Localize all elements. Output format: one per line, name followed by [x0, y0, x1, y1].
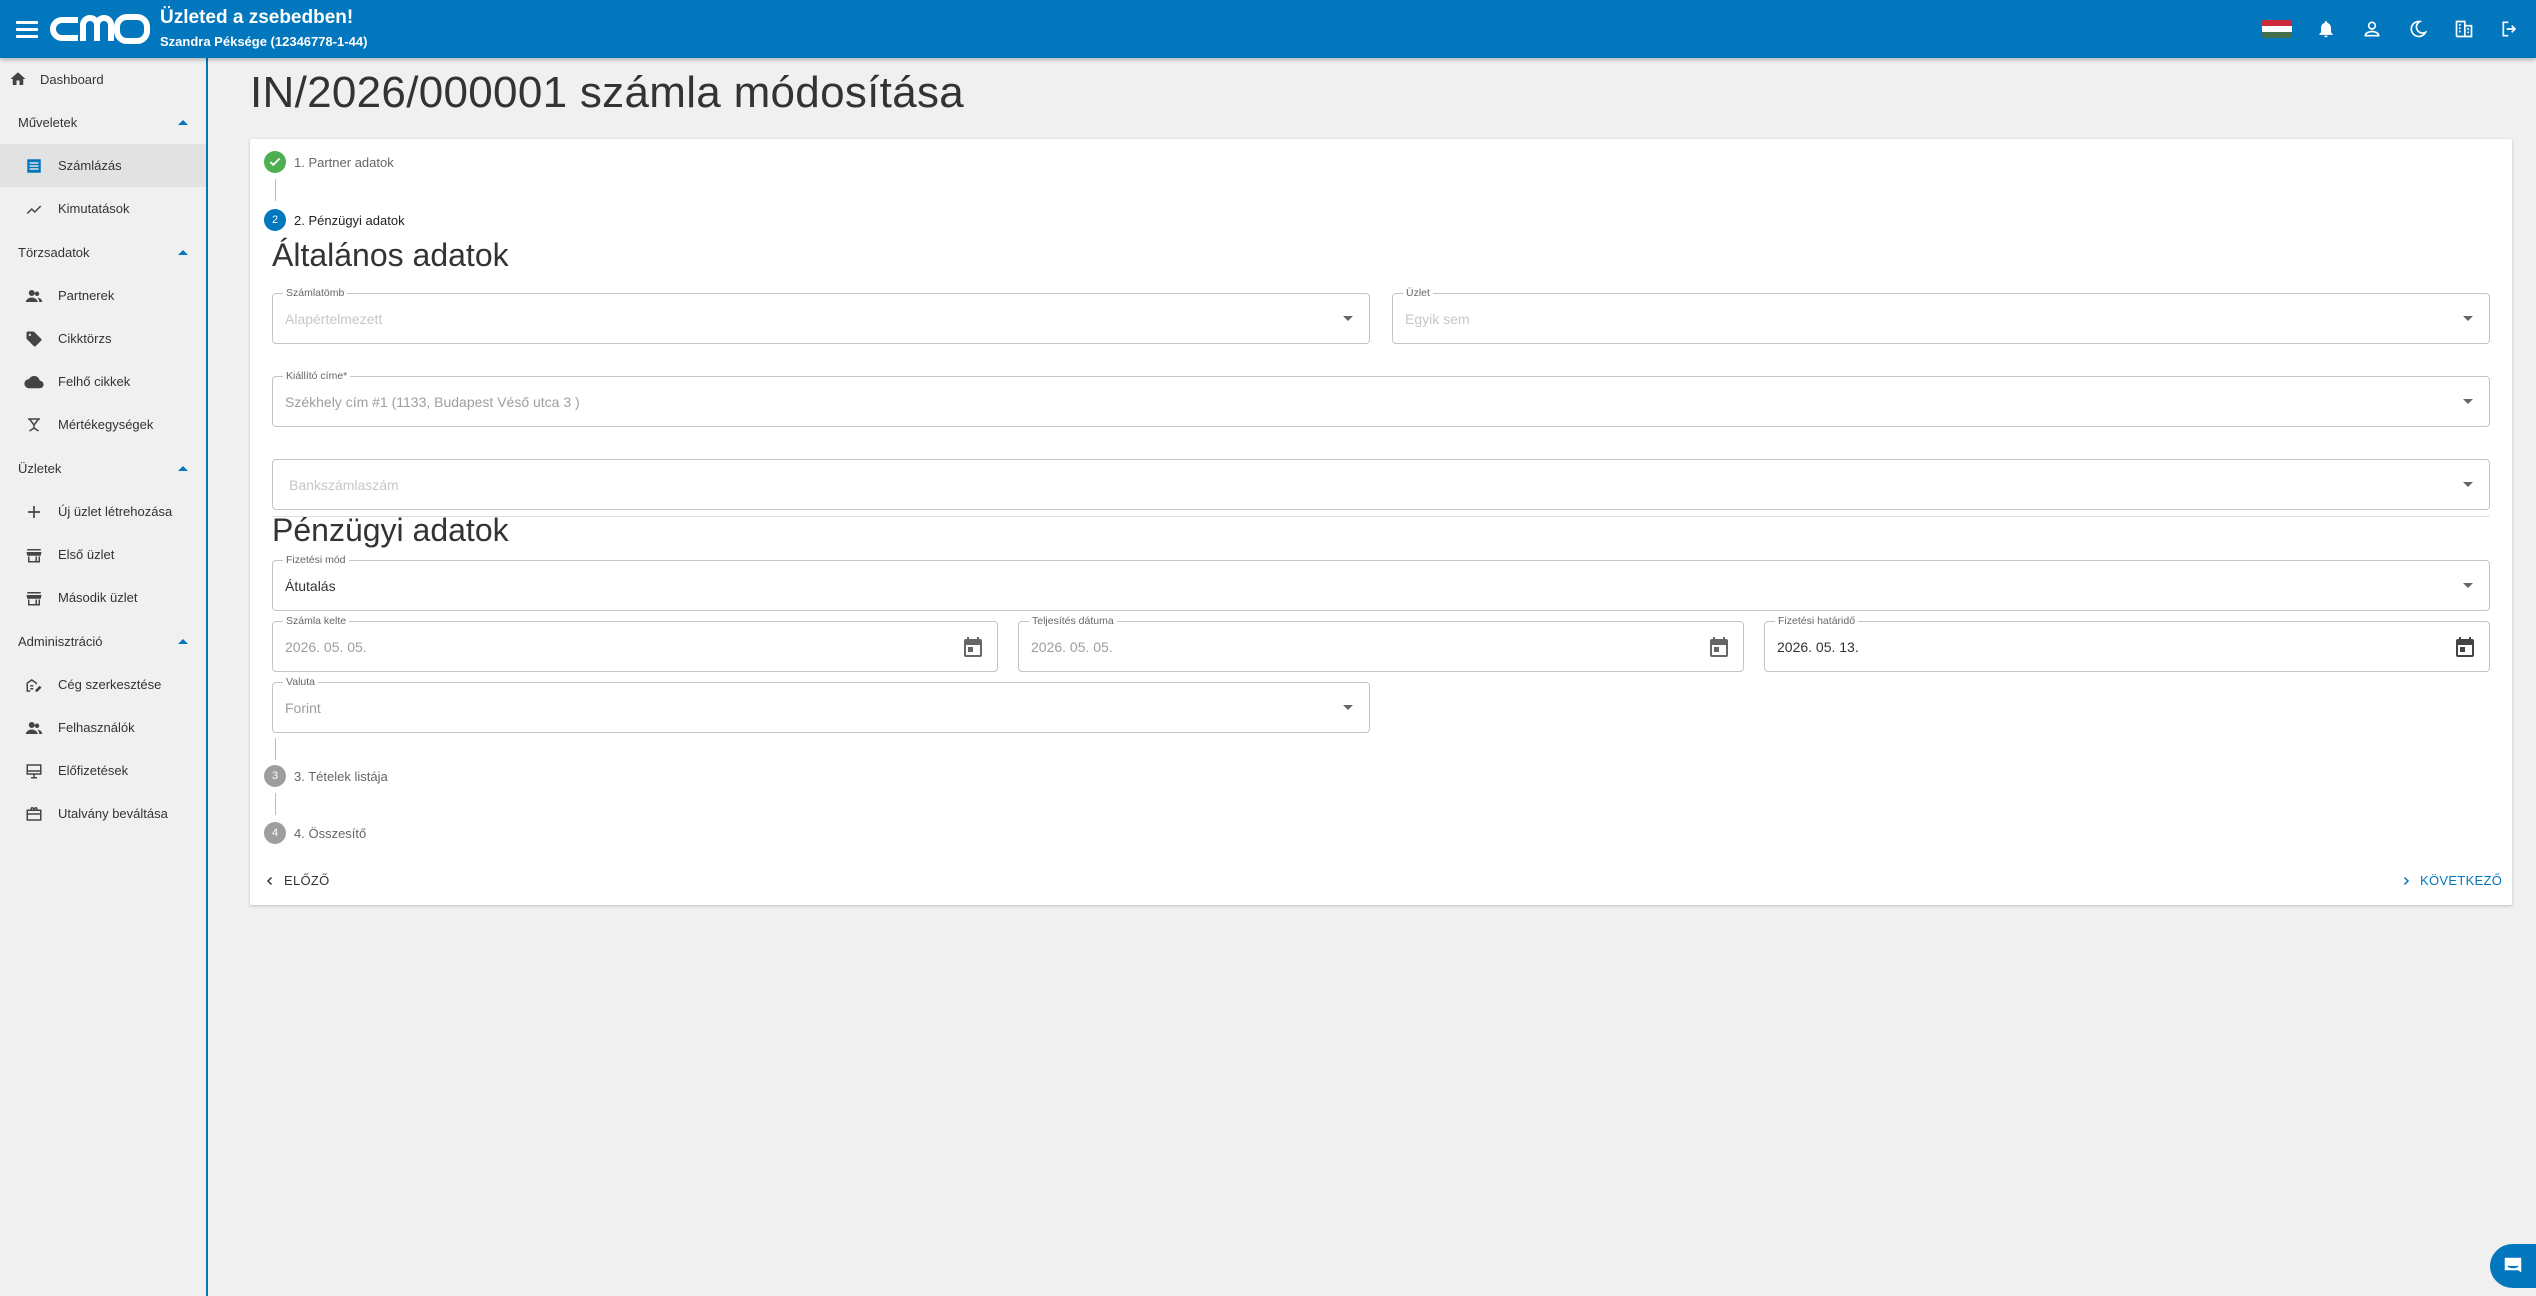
step-penzugyi-adatok[interactable]: 2 2. Pénzügyi adatok — [264, 209, 405, 231]
sidebar-item-elofizetesek[interactable]: Előfizetések — [0, 749, 206, 792]
step-connector — [275, 738, 276, 760]
section-general-title: Általános adatok — [272, 237, 509, 273]
szamla-kelte-date[interactable]: Számla kelte 2026. 05. 05. — [272, 615, 998, 672]
company-building-icon[interactable] — [2452, 17, 2476, 41]
invoice-stepper-card: 1. Partner adatok 2 2. Pénzügyi adatok Á… — [250, 139, 2512, 905]
collapse-icon — [178, 465, 188, 471]
sidebar-item-elso-uzlet[interactable]: Első üzlet — [0, 533, 206, 576]
step-connector — [275, 179, 276, 201]
chart-line-icon — [24, 199, 44, 219]
next-button[interactable]: KÖVETKEZŐ — [2400, 873, 2502, 888]
sidebar-group-uzletek[interactable]: Üzletek — [0, 446, 206, 490]
fizetesi-hatarido-date[interactable]: Fizetési határidő 2026. 05. 13. — [1764, 615, 2490, 672]
sidebar-item-kimutatasok[interactable]: Kimutatások — [0, 187, 206, 230]
sidebar-item-uj-uzlet[interactable]: Új üzlet létrehozása — [0, 490, 206, 533]
cloud-icon — [24, 372, 44, 392]
collapse-icon — [178, 249, 188, 255]
step-tetelek-listaja[interactable]: 3 3. Tételek listája — [264, 765, 388, 787]
check-icon — [264, 151, 286, 173]
dropdown-arrow-icon — [1343, 316, 1353, 321]
sidebar-item-ceg-szerkesztese[interactable]: Cég szerkesztése — [0, 663, 206, 706]
step-osszesito[interactable]: 4 4. Összesítő — [264, 822, 366, 844]
tag-icon — [24, 329, 44, 349]
logout-icon[interactable] — [2498, 17, 2522, 41]
divider — [272, 516, 2490, 517]
store-icon — [24, 588, 44, 608]
people-icon — [24, 718, 44, 738]
chevron-right-icon — [2403, 876, 2410, 885]
dropdown-arrow-icon — [2463, 399, 2473, 404]
dropdown-arrow-icon — [2463, 482, 2473, 487]
sidebar-item-mertekegysegek[interactable]: Mértékegységek — [0, 403, 206, 446]
notification-bell-icon[interactable] — [2314, 17, 2338, 41]
app-title: Üzleted a zsebedben! — [160, 7, 354, 28]
section-financial-title: Pénzügyi adatok — [272, 512, 509, 548]
chat-icon — [2503, 1256, 2523, 1276]
company-name: Szandra Péksége (12346778-1-44) — [160, 34, 368, 49]
sidebar-item-felho-cikkek[interactable]: Felhő cikkek — [0, 360, 206, 403]
sidebar-item-partnerek[interactable]: Partnerek — [0, 274, 206, 317]
people-icon — [24, 286, 44, 306]
bankszamlaszam-select[interactable]: Bankszámlaszám — [272, 459, 2490, 510]
sidebar-item-dashboard[interactable]: Dashboard — [0, 58, 206, 100]
sidebar-item-utalvany[interactable]: Utalvány beváltása — [0, 792, 206, 835]
top-bar: Üzleted a zsebedben! Szandra Péksége (12… — [0, 0, 2536, 58]
sidebar-group-muveletek[interactable]: Műveletek — [0, 100, 206, 144]
hungarian-flag-icon[interactable] — [2262, 20, 2292, 38]
collapse-icon — [178, 119, 188, 125]
sidebar-group-adminisztracio[interactable]: Adminisztráció — [0, 619, 206, 663]
dropdown-arrow-icon — [1343, 705, 1353, 710]
chevron-left-icon — [266, 876, 273, 885]
sidebar-item-masodik-uzlet[interactable]: Második üzlet — [0, 576, 206, 619]
app-logo[interactable] — [48, 9, 152, 49]
teljesites-datuma-date[interactable]: Teljesítés dátuma 2026. 05. 05. — [1018, 615, 1744, 672]
scale-icon — [24, 415, 44, 435]
step-partner-adatok[interactable]: 1. Partner adatok — [264, 151, 394, 173]
sidebar: Dashboard Műveletek Számlázás Kimutatáso… — [0, 58, 208, 1296]
fizetesi-mod-select[interactable]: Fizetési mód Átutalás — [272, 554, 2490, 611]
gift-card-icon — [24, 804, 44, 824]
list-icon — [24, 156, 44, 176]
calendar-icon[interactable] — [1707, 635, 1731, 659]
sidebar-item-felhasznalok[interactable]: Felhasználók — [0, 706, 206, 749]
uzlet-select[interactable]: Üzlet Egyik sem — [1392, 287, 2490, 344]
step-number: 2 — [264, 209, 286, 231]
monitor-icon — [24, 761, 44, 781]
home-icon — [8, 69, 28, 89]
sidebar-item-szamlazas[interactable]: Számlázás — [0, 144, 206, 187]
step-connector — [275, 793, 276, 815]
dropdown-arrow-icon — [2463, 583, 2473, 588]
user-profile-icon[interactable] — [2360, 17, 2384, 41]
valuta-select[interactable]: Valuta Forint — [272, 676, 1370, 733]
dropdown-arrow-icon — [2463, 316, 2473, 321]
calendar-icon[interactable] — [961, 635, 985, 659]
store-icon — [24, 545, 44, 565]
previous-button[interactable]: ELŐZŐ — [264, 873, 330, 888]
kiallito-cime-select[interactable]: Kiállító címe* Székhely cím #1 (1133, Bu… — [272, 370, 2490, 427]
sidebar-item-cikktorzs[interactable]: Cikktörzs — [0, 317, 206, 360]
sidebar-group-torzsadatok[interactable]: Törzsadatok — [0, 230, 206, 274]
menu-icon[interactable] — [16, 18, 38, 40]
calendar-icon[interactable] — [2453, 635, 2477, 659]
collapse-icon — [178, 638, 188, 644]
page-title: IN/2026/000001 számla módosítása — [250, 68, 965, 117]
dark-mode-icon[interactable] — [2406, 17, 2430, 41]
step-number: 3 — [264, 765, 286, 787]
step-number: 4 — [264, 822, 286, 844]
chat-support-button[interactable] — [2490, 1244, 2536, 1288]
plus-icon — [24, 502, 44, 522]
szamlatomb-select[interactable]: Számlatömb Alapértelmezett — [272, 287, 1370, 344]
company-edit-icon — [24, 675, 44, 695]
